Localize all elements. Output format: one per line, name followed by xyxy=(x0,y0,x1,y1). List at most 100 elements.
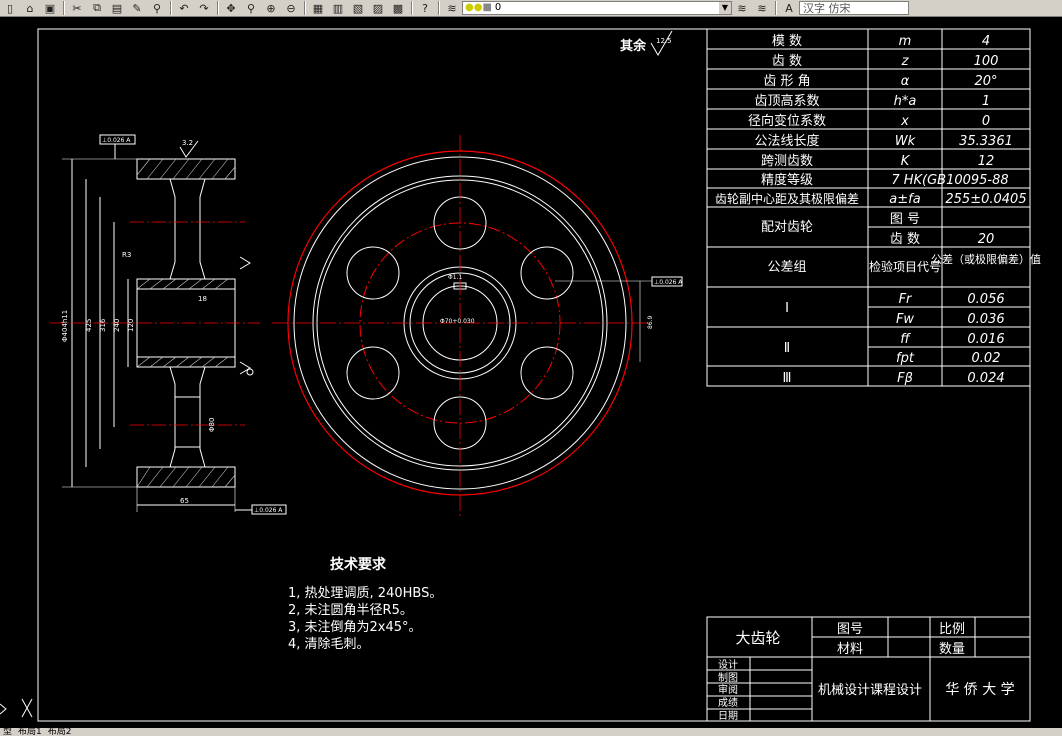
tech-req-title: 技术要求 xyxy=(330,556,387,573)
design-label: 设计 xyxy=(718,658,738,671)
mate-drawing: 图 号 xyxy=(890,212,920,227)
layer-state-icon[interactable]: ≋ xyxy=(752,0,772,16)
toolbar-separator xyxy=(304,1,305,15)
dim-240: 240 xyxy=(113,319,121,332)
param-name: 跨测齿数 xyxy=(761,154,813,169)
group-val: 0.016 xyxy=(967,332,1004,347)
tool-palette-icon[interactable]: ▧ xyxy=(348,0,368,16)
undo-icon[interactable]: ↶ xyxy=(174,0,194,16)
markup-icon[interactable]: ▨ xyxy=(368,0,388,16)
scale-label: 比例 xyxy=(939,622,965,637)
text-style-icon[interactable]: A xyxy=(779,0,799,16)
param-val: 12 xyxy=(978,154,995,169)
calculator-icon[interactable]: ▩ xyxy=(388,0,408,16)
datum-left-bottom: ⊥0.026 A xyxy=(254,507,283,514)
design-center-icon[interactable]: ▥ xyxy=(328,0,348,16)
group-sym: ff xyxy=(900,332,911,347)
tab-model[interactable]: 型 xyxy=(0,728,15,736)
group-label: Ⅰ xyxy=(785,301,789,316)
layer-dropdown[interactable]: ● ● ■ 0 ▼ xyxy=(462,1,732,15)
zoom-window-icon[interactable]: ⊕ xyxy=(261,0,281,16)
precision-value: 7 HK(GB10095-88 xyxy=(891,173,1008,188)
chevron-down-icon[interactable]: ▼ xyxy=(719,2,731,14)
group-val: 0.024 xyxy=(967,371,1004,386)
center-val: 255±0.0405 xyxy=(945,192,1026,207)
dim-keyway-right: 86.9 xyxy=(647,315,654,329)
group-label: Ⅱ xyxy=(784,341,790,356)
sun-icon: ● xyxy=(473,2,483,13)
layer-manager-icon[interactable]: ≋ xyxy=(442,0,462,16)
drawing-canvas[interactable]: 其余 12.5 Φ404h11 425 316 240 120 18 65 3.… xyxy=(0,17,1062,728)
group-val: 0.02 xyxy=(972,351,1001,366)
group-val: 0.056 xyxy=(967,292,1004,307)
param-sym: x xyxy=(900,114,909,129)
redo-icon[interactable]: ↷ xyxy=(194,0,214,16)
group-val: 0.036 xyxy=(967,312,1004,327)
course-name: 机械设计课程设计 xyxy=(818,683,922,698)
tab-layout2[interactable]: 布局2 xyxy=(45,728,75,736)
param-name: 齿 形 角 xyxy=(763,74,810,89)
brush-icon[interactable]: ✎ xyxy=(127,0,147,16)
tol-value-label: 公差（或极限偏差）值 xyxy=(931,252,1041,266)
save-icon[interactable]: ▣ xyxy=(40,0,60,16)
tech-req-line: 3, 未注倒角为2x45°。 xyxy=(288,620,422,635)
layer-prev-icon[interactable]: ≋ xyxy=(732,0,752,16)
group-sym: Fβ xyxy=(897,371,913,386)
open-icon[interactable]: ⌂ xyxy=(20,0,40,16)
tech-req-line: 1, 热处理调质, 240HBS。 xyxy=(288,586,442,601)
param-sym: h*a xyxy=(894,94,917,109)
paste-icon[interactable]: ▤ xyxy=(107,0,127,16)
properties-icon[interactable]: ▦ xyxy=(308,0,328,16)
section-view xyxy=(62,134,287,515)
help-icon[interactable]: ? xyxy=(415,0,435,16)
param-val: 35.3361 xyxy=(959,134,1013,149)
zoom-prev-icon[interactable]: ⊖ xyxy=(281,0,301,16)
surface-finish-note: 其余 xyxy=(620,38,647,54)
param-val: 0 xyxy=(982,114,990,129)
dim-bore: Φ70+0.030 xyxy=(440,318,475,325)
param-name: 公法线长度 xyxy=(754,133,819,149)
school-name: 华 侨 大 学 xyxy=(945,682,1014,698)
grade-label: 成绩 xyxy=(718,696,738,709)
group-sym: Fr xyxy=(899,292,913,307)
group-label: Ⅲ xyxy=(783,371,792,386)
param-name: 径向变位系数 xyxy=(748,113,826,129)
hole-dim: Φ80 xyxy=(208,418,216,432)
bulb-icon: ● xyxy=(465,2,474,13)
match-icon[interactable]: ⚲ xyxy=(147,0,167,16)
param-val: 1 xyxy=(982,94,990,109)
cut-icon[interactable]: ✂ xyxy=(67,0,87,16)
draw-label: 制图 xyxy=(718,671,738,684)
toolbar-separator xyxy=(217,1,218,15)
tech-req-line: 4, 清除毛刺。 xyxy=(288,637,370,652)
pan-icon[interactable]: ✥ xyxy=(221,0,241,16)
toolbar-separator xyxy=(170,1,171,15)
zoom-icon[interactable]: ⚲ xyxy=(241,0,261,16)
layer-value: 0 xyxy=(494,2,502,13)
standard-toolbar: ▯ ⌂ ▣ ✂ ⧉ ▤ ✎ ⚲ ↶ ↷ ✥ ⚲ ⊕ ⊖ ▦ ▥ ▧ ▨ ▩ ? … xyxy=(0,0,1062,17)
dim-316: 316 xyxy=(99,318,107,332)
tech-requirements: 技术要求 1, 热处理调质, 240HBS。 2, 未注圆角半径R5。 3, 未… xyxy=(288,556,442,652)
dim-width: 65 xyxy=(180,497,189,505)
copy-icon[interactable]: ⧉ xyxy=(87,0,107,16)
drawing-no-label: 图号 xyxy=(837,622,863,637)
tab-layout1[interactable]: 布局1 xyxy=(15,728,45,736)
param-sym: m xyxy=(899,34,912,49)
layout-tabs: 型 布局1 布局2 xyxy=(0,728,1062,736)
toolbar-separator xyxy=(411,1,412,15)
text-style-dropdown[interactable]: 汉字 仿宋 xyxy=(799,1,909,15)
param-name: 齿顶高系数 xyxy=(754,93,819,109)
param-sym: K xyxy=(901,154,911,169)
review-label: 审阅 xyxy=(718,683,738,696)
dim-120: 120 xyxy=(127,319,135,332)
dim-keyway: Φ1.1 xyxy=(448,274,462,281)
param-sym: z xyxy=(901,54,910,69)
tech-req-line: 2, 未注圆角半径R5。 xyxy=(288,603,413,618)
param-val: 4 xyxy=(982,34,990,49)
surface-finish-value: 12.5 xyxy=(656,37,672,45)
dim-18: 18 xyxy=(198,295,207,303)
mate-teeth-val: 20 xyxy=(978,232,995,247)
toolbar-separator xyxy=(63,1,64,15)
new-icon[interactable]: ▯ xyxy=(0,0,20,16)
param-table-text: 模 数 m 4 齿 数 z 100 齿 形 角 α 20° 齿顶高系数 h*a … xyxy=(715,34,1041,386)
